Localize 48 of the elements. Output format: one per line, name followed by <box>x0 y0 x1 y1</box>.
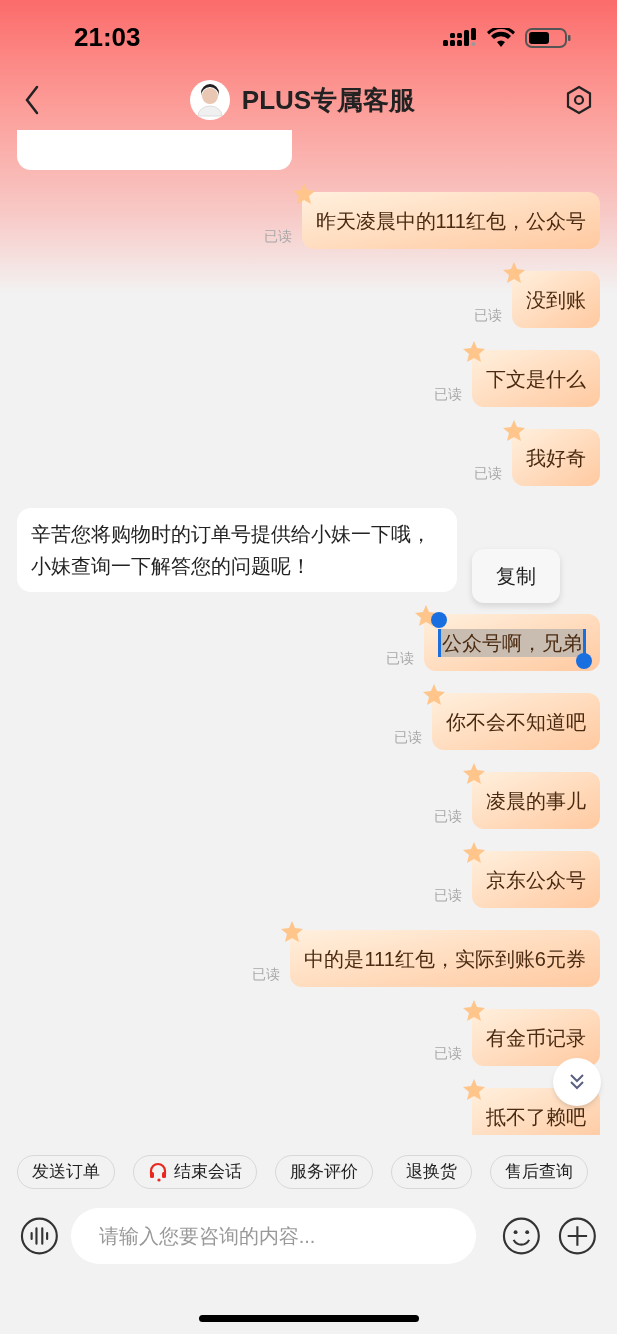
read-receipt: 已读 <box>474 464 502 483</box>
sparkle-icon <box>462 999 486 1023</box>
message-bubble: 京东公众号 <box>472 851 600 908</box>
sparkle-icon <box>462 340 486 364</box>
voice-icon[interactable] <box>20 1216 59 1256</box>
add-icon[interactable] <box>558 1216 597 1256</box>
avatar-icon <box>189 80 230 120</box>
message-bubble: 没到账 <box>512 271 600 328</box>
message-bubble: 凌晨的事儿 <box>472 772 600 829</box>
message-bubble: 我好奇 <box>512 429 600 486</box>
read-receipt: 已读 <box>434 385 462 404</box>
sparkle-icon <box>280 920 305 944</box>
chat-title: PLUS专属客服 <box>241 83 416 117</box>
read-receipt: 已读 <box>386 649 414 668</box>
message-bubble: 公众号啊，兄弟 <box>424 614 600 671</box>
message-input-text[interactable]: 请输入您要咨询的内容... <box>98 1221 448 1251</box>
sparkle-icon <box>502 419 526 443</box>
sparkle-icon <box>422 683 446 707</box>
message-bubble: 你不会不知道吧 <box>432 693 600 750</box>
read-receipt: 已读 <box>394 728 422 747</box>
sparkle-icon <box>462 1078 486 1102</box>
emoji-icon[interactable] <box>501 1216 541 1256</box>
battery-icon <box>525 26 571 49</box>
message-bubble: 下文是什么 <box>472 350 600 407</box>
double-chevron-icon <box>569 1073 585 1091</box>
sparkle-icon <box>462 841 486 865</box>
signal-icon <box>443 27 477 48</box>
message-bubble: 辛苦您将购物时的订单号提供给小妹一下哦，小妹查询一下解答您的问题呢！ <box>17 508 457 592</box>
back-icon[interactable] <box>24 85 40 115</box>
headset-icon <box>148 1162 168 1182</box>
sparkle-icon <box>502 261 526 285</box>
copy-menu-item[interactable]: 复制 <box>472 549 560 603</box>
sparkle-icon <box>291 182 316 206</box>
message-input[interactable]: 请输入您要咨询的内容... <box>70 1208 476 1264</box>
read-receipt: 已读 <box>263 227 292 246</box>
status-time: 21:03 <box>74 21 141 54</box>
sparkle-icon <box>462 762 486 786</box>
message-bubble: 中的是111红包，实际到账6元券 <box>290 930 600 987</box>
read-receipt: 已读 <box>434 1044 462 1063</box>
selection-handle[interactable] <box>431 612 447 628</box>
message-bubble: 有金币记录 <box>472 1009 600 1066</box>
read-receipt: 已读 <box>434 807 462 826</box>
wifi-icon <box>487 27 515 48</box>
settings-icon[interactable] <box>565 85 593 115</box>
read-receipt: 已读 <box>474 306 502 325</box>
message-bubble: 昨天凌晨中的111红包，公众号 <box>301 192 600 249</box>
read-receipt: 已读 <box>252 965 281 984</box>
read-receipt: 已读 <box>434 886 462 905</box>
